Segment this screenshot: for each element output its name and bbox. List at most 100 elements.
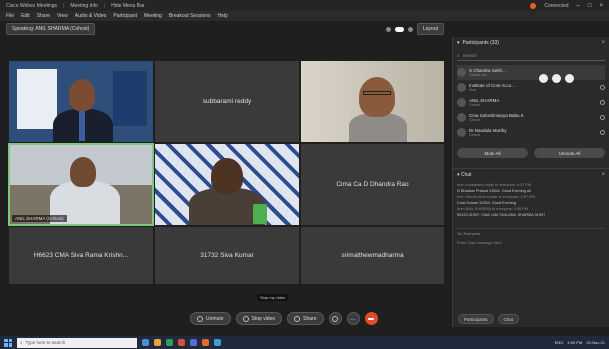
language-indicator[interactable]: ENG [555, 340, 564, 345]
title-bar: Cisco Webex Meetings | Meeting Info | Hi… [0, 0, 609, 11]
close-icon[interactable]: × [599, 3, 603, 9]
webex-window: Cisco Webex Meetings | Meeting Info | Hi… [0, 0, 609, 349]
prev-page-icon[interactable] [385, 26, 391, 32]
participants-header: ▾ Participants (33) × [453, 37, 609, 49]
participants-button[interactable]: Participants [458, 314, 494, 324]
chat-button[interactable]: Chat [497, 314, 520, 324]
participant-video [301, 61, 444, 142]
menu-share[interactable]: Share [37, 13, 50, 19]
menu-file[interactable]: File [6, 13, 14, 19]
video-tile[interactable]: 31732 Siva Kumar [154, 226, 300, 285]
chat-title: Chat [460, 171, 472, 178]
webex-icon[interactable] [214, 339, 221, 346]
next-page-icon[interactable] [407, 26, 413, 32]
close-icon[interactable]: × [601, 40, 605, 46]
microphone-icon[interactable] [600, 100, 605, 105]
windows-start-icon[interactable] [4, 338, 12, 347]
unmute-all-button[interactable]: Unmute All [534, 148, 605, 158]
menu-breakout[interactable]: Breakout Sessions [169, 13, 211, 19]
banner-backdrop [17, 69, 57, 129]
task-view-icon[interactable] [142, 339, 149, 346]
participant-name: 31732 Siva Kumar [200, 252, 254, 259]
layout-button[interactable]: Layout [416, 23, 444, 35]
stop-video-button[interactable]: Stop video [235, 312, 283, 325]
participant-body [349, 113, 407, 142]
participant-video [155, 144, 299, 225]
participant-video [10, 145, 152, 224]
hide-menu-bar-link[interactable]: Hide Menu Bar [111, 3, 144, 9]
participant-face [70, 157, 96, 187]
end-meeting-button[interactable] [364, 312, 378, 325]
avatar [457, 113, 466, 122]
menu-help[interactable]: Help [218, 13, 228, 19]
maximize-icon[interactable]: □ [588, 3, 592, 9]
participant-name: H6623 CMA Siva Rama Krishn... [33, 252, 129, 259]
menu-view[interactable]: View [57, 13, 68, 19]
participant-list: S Chandra Sekh... Cohost, me Institute o… [453, 63, 609, 142]
microphone-icon[interactable] [600, 130, 605, 135]
participant-search[interactable]: ⌕ Search [457, 51, 605, 61]
participant-row[interactable]: Institute of Cost Acco... Host [457, 80, 605, 95]
glasses [363, 91, 391, 95]
mute-all-button[interactable]: Mute All [457, 148, 528, 158]
microphone-icon[interactable] [600, 115, 605, 120]
app-icon[interactable] [166, 339, 173, 346]
chat-recipient-select[interactable]: To: Everyone [457, 228, 605, 236]
windows-taskbar: ⌕ Type here to search ENG 4:59 PM 29-Nov… [0, 336, 609, 349]
clock-date[interactable]: 29-Nov-21 [586, 340, 605, 345]
video-tile[interactable] [154, 143, 300, 226]
file-explorer-icon[interactable] [154, 339, 161, 346]
meeting-info-link[interactable]: Meeting Info [70, 3, 98, 9]
menu-audio-video[interactable]: Audio & Video [75, 13, 107, 19]
participants-title: Participants (33) [462, 40, 499, 46]
unmute-button[interactable]: Unmute [190, 312, 231, 325]
participant-row[interactable]: Dr.Nandala Murthy Cohost [457, 125, 605, 140]
video-tile[interactable] [8, 60, 154, 143]
camera-icon [242, 315, 249, 322]
video-tile[interactable] [300, 60, 445, 143]
page-dot-active[interactable] [394, 26, 404, 32]
chat-input[interactable]: Enter chat message here [457, 240, 605, 250]
avatar [457, 83, 466, 92]
video-participant-icon[interactable] [552, 74, 561, 83]
avatar [457, 98, 466, 107]
speaking-indicator: Speaking: ANIL SHARMA (Cohost) [6, 23, 96, 35]
close-icon[interactable]: × [601, 172, 605, 178]
taskbar-search[interactable]: ⌕ Type here to search [17, 337, 137, 348]
more-participant-icon[interactable] [565, 74, 574, 83]
participant-row[interactable]: Cma Subrahmanya Babu K Cohost [457, 110, 605, 125]
participant-name: srimalthewmadharma [341, 252, 404, 259]
app-icon[interactable] [190, 339, 197, 346]
video-tile[interactable]: subbarami reddy [154, 60, 300, 143]
minimize-icon[interactable]: – [577, 3, 580, 9]
participant-name: subbarami reddy [202, 98, 252, 105]
more-options-button[interactable]: … [346, 312, 360, 325]
microphone-icon[interactable] [600, 85, 605, 90]
avatar [457, 68, 466, 77]
video-tile[interactable]: Cima Ca D Dhandra Rao [300, 143, 445, 226]
clock-time[interactable]: 4:59 PM [567, 340, 582, 345]
chrome-icon[interactable] [178, 339, 185, 346]
video-tile[interactable]: H6623 CMA Siva Rama Krishn... [8, 226, 154, 285]
meeting-toolbar: Speaking: ANIL SHARMA (Cohost) Layout [0, 21, 450, 37]
microphone-icon [197, 315, 203, 322]
app-icon[interactable] [202, 339, 209, 346]
reactions-button[interactable] [328, 312, 342, 325]
participant-row[interactable]: S Chandra Sekh... Cohost, me [457, 65, 605, 80]
more-icon: … [350, 315, 356, 322]
smile-icon [332, 315, 338, 322]
video-tile-active-speaker[interactable]: ANIL SHARMA (Cohost) [8, 143, 154, 226]
mute-participant-icon[interactable] [539, 74, 548, 83]
participant-row[interactable]: ANIL SHARMA Cohost [457, 95, 605, 110]
menu-edit[interactable]: Edit [21, 13, 30, 19]
collapse-icon[interactable]: ▾ [457, 40, 460, 46]
chat-header: ▾ Chat × [453, 168, 609, 180]
menu-meeting[interactable]: Meeting [144, 13, 162, 19]
menu-bar: File Edit Share View Audio & Video Parti… [0, 11, 609, 21]
side-panel: ▾ Participants (33) × ⌕ Search S Chandra… [452, 37, 609, 327]
system-tray: ENG 4:59 PM 29-Nov-21 [555, 340, 605, 345]
share-button[interactable]: Share [287, 312, 324, 325]
video-tile[interactable]: srimalthewmadharma [300, 226, 445, 285]
green-object [253, 204, 267, 224]
menu-participant[interactable]: Participant [113, 13, 137, 19]
